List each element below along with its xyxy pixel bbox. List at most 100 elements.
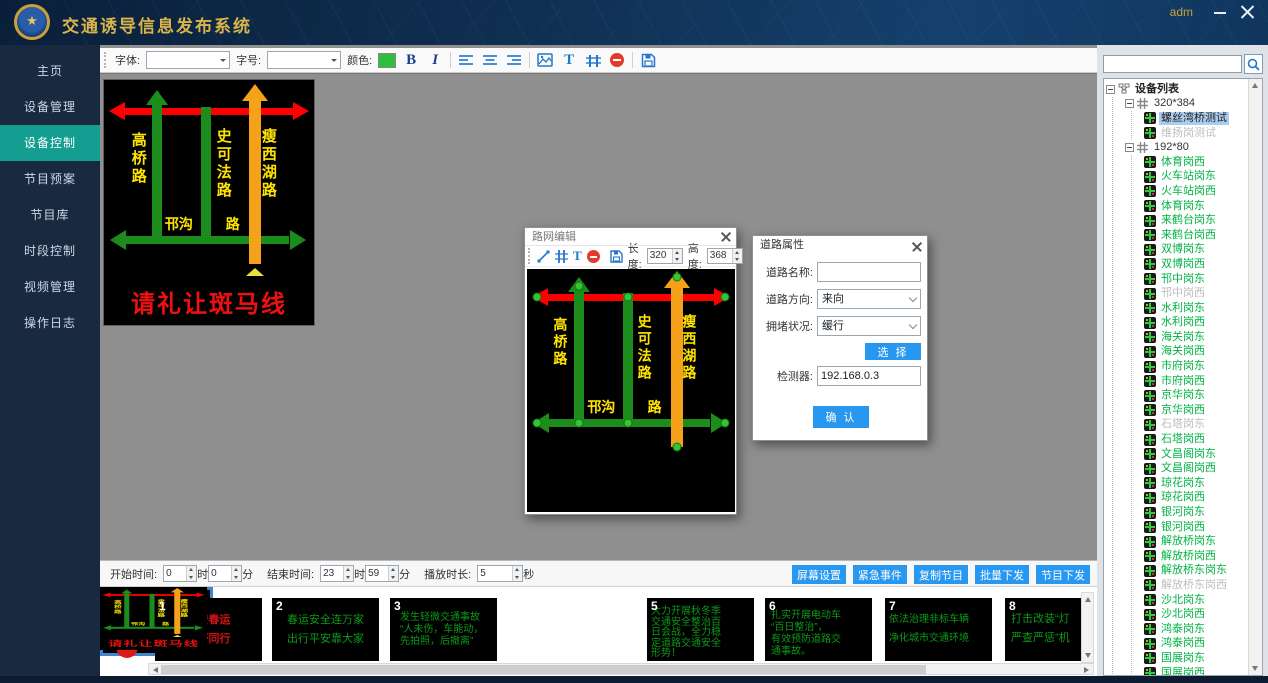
draw-line-button[interactable] xyxy=(537,249,550,264)
device-tree-item[interactable]: 文昌阁岗东 xyxy=(1144,447,1247,462)
edit-handle[interactable] xyxy=(575,281,584,290)
sidebar-item[interactable]: 视频管理 xyxy=(0,269,100,305)
action-button[interactable]: 节目下发 xyxy=(1036,565,1090,584)
length-stepper[interactable]: 320 xyxy=(647,248,683,264)
device-tree-item[interactable]: 石塔岗西 xyxy=(1144,432,1247,447)
road-network-button[interactable] xyxy=(584,51,602,69)
end-hour-stepper[interactable]: 23 xyxy=(320,565,354,582)
device-search-input[interactable] xyxy=(1103,55,1242,73)
detector-input[interactable] xyxy=(817,366,921,386)
edit-handle[interactable] xyxy=(533,292,542,301)
device-tree-item[interactable]: 水利岗西 xyxy=(1144,316,1247,331)
scrollbar-thumb[interactable] xyxy=(161,665,926,674)
scroll-down-icon[interactable] xyxy=(1085,653,1091,658)
save-button[interactable] xyxy=(610,249,623,264)
tree-vertical-scrollbar[interactable] xyxy=(1248,79,1262,675)
road-editor-canvas[interactable]: 高桥路 史可法路 瘦西湖路 邗沟 路 xyxy=(527,269,735,512)
step-up-icon[interactable] xyxy=(344,566,353,574)
device-tree-item[interactable]: 沙北岗西 xyxy=(1144,607,1247,622)
align-center-button[interactable] xyxy=(481,51,499,69)
close-icon[interactable] xyxy=(1240,4,1256,20)
edit-handle[interactable] xyxy=(720,292,729,301)
device-tree-item[interactable]: 鸿泰岗西 xyxy=(1144,637,1247,652)
road-direction-select[interactable]: 来向 xyxy=(817,289,921,309)
insert-text-button[interactable]: T xyxy=(560,51,578,69)
sidebar-item[interactable]: 节目库 xyxy=(0,197,100,233)
font-size-select[interactable] xyxy=(267,51,341,69)
road-segment-button[interactable] xyxy=(555,249,568,264)
device-tree-root[interactable]: 设备列表 xyxy=(1106,82,1247,97)
step-up-icon[interactable] xyxy=(733,249,742,256)
device-tree-item[interactable]: 石塔岗东 xyxy=(1144,418,1247,433)
device-tree-item[interactable]: 沙北岗东 xyxy=(1144,593,1247,608)
step-down-icon[interactable] xyxy=(344,574,353,582)
device-tree-item[interactable]: 国展岗东 xyxy=(1144,651,1247,666)
select-detector-button[interactable]: 选 择 xyxy=(865,343,921,360)
scroll-up-icon[interactable] xyxy=(1252,83,1258,88)
step-down-icon[interactable] xyxy=(513,574,522,582)
scroll-left-icon[interactable] xyxy=(153,667,158,673)
step-down-icon[interactable] xyxy=(187,574,196,582)
collapse-icon[interactable] xyxy=(1106,85,1115,94)
device-tree-item[interactable]: 螺丝湾桥测试 xyxy=(1144,111,1247,126)
device-tree-item[interactable]: 琼花岗东 xyxy=(1144,476,1247,491)
program-thumbnail[interactable]: 3 发生轻微交通事故 “人未伤，车能动， 先拍照，后撤离” xyxy=(390,598,497,661)
device-tree-item[interactable]: 邗中岗西 xyxy=(1144,286,1247,301)
device-tree-item[interactable]: 维扬岗测试 xyxy=(1144,126,1247,141)
device-tree-item[interactable]: 邗中岗东 xyxy=(1144,272,1247,287)
device-tree-item[interactable]: 市府岗东 xyxy=(1144,359,1247,374)
device-tree-item[interactable]: 国展岗西 xyxy=(1144,666,1247,676)
save-button[interactable] xyxy=(639,51,657,69)
edit-handle[interactable] xyxy=(623,292,632,301)
edit-handle[interactable] xyxy=(623,418,632,427)
step-down-icon[interactable] xyxy=(389,574,398,582)
scroll-right-icon[interactable] xyxy=(1084,667,1089,673)
device-tree-item[interactable]: 银河岗西 xyxy=(1144,520,1247,535)
step-down-icon[interactable] xyxy=(232,574,241,582)
device-tree-item[interactable]: 解放桥东岗西 xyxy=(1144,578,1247,593)
search-button[interactable] xyxy=(1244,54,1263,74)
device-tree-item[interactable]: 海关岗西 xyxy=(1144,345,1247,360)
device-tree-item[interactable]: 海关岗东 xyxy=(1144,330,1247,345)
device-tree-item[interactable]: 解放桥岗西 xyxy=(1144,549,1247,564)
device-tree-item[interactable]: 来鹤台岗东 xyxy=(1144,213,1247,228)
program-preview-panel[interactable]: 高桥路 史可法路 瘦西湖路 邗沟 路 请礼让斑马线 xyxy=(103,79,315,326)
delete-button[interactable] xyxy=(587,249,600,264)
align-left-button[interactable] xyxy=(457,51,475,69)
device-tree-item[interactable]: 解放桥东岗东 xyxy=(1144,564,1247,579)
sidebar-item[interactable]: 操作日志 xyxy=(0,305,100,341)
playlist-horizontal-scrollbar[interactable] xyxy=(148,663,1094,675)
edit-handle[interactable] xyxy=(672,272,681,281)
road-name-input[interactable] xyxy=(817,262,921,282)
align-right-button[interactable] xyxy=(505,51,523,69)
program-thumbnail[interactable]: 8 打击改装“灯 严查严惩”机 xyxy=(1005,598,1081,661)
action-button[interactable]: 批量下发 xyxy=(975,565,1029,584)
stepper-arrows[interactable] xyxy=(732,249,742,263)
start-minute-stepper[interactable]: 0 xyxy=(208,565,242,582)
font-select[interactable] xyxy=(146,51,230,69)
close-icon[interactable] xyxy=(912,242,922,252)
logged-in-user[interactable]: adm xyxy=(1170,5,1193,19)
height-stepper[interactable]: 368 xyxy=(707,248,743,264)
device-tree-item[interactable]: 银河岗东 xyxy=(1144,505,1247,520)
action-button[interactable]: 复制节目 xyxy=(914,565,968,584)
color-swatch[interactable] xyxy=(378,53,396,68)
device-group[interactable]: 192*80 xyxy=(1125,140,1247,155)
edit-handle[interactable] xyxy=(575,418,584,427)
program-thumbnail[interactable]: 5 大力开展秋冬季 交通安全整治百 日会战，全力稳 定道路交通安全 形势！ xyxy=(647,598,754,661)
step-up-icon[interactable] xyxy=(673,249,682,256)
playlist-vertical-scrollbar[interactable] xyxy=(1081,592,1094,663)
device-tree-item[interactable]: 水利岗东 xyxy=(1144,301,1247,316)
collapse-icon[interactable] xyxy=(1125,99,1134,108)
program-thumbnail[interactable]: 7 依法治理非标车辆 净化城市交通环境 xyxy=(885,598,992,661)
minimize-icon[interactable] xyxy=(1212,4,1228,20)
device-tree-item[interactable]: 火车站岗西 xyxy=(1144,184,1247,199)
device-tree-item[interactable]: 体育岗西 xyxy=(1144,155,1247,170)
device-tree-item[interactable]: 琼花岗西 xyxy=(1144,491,1247,506)
scroll-down-icon[interactable] xyxy=(1252,666,1258,671)
insert-image-button[interactable] xyxy=(536,51,554,69)
scroll-up-icon[interactable] xyxy=(1085,597,1091,602)
sidebar-item[interactable]: 节目预案 xyxy=(0,161,100,197)
end-minute-stepper[interactable]: 59 xyxy=(365,565,399,582)
device-group[interactable]: 320*384 xyxy=(1125,97,1247,112)
